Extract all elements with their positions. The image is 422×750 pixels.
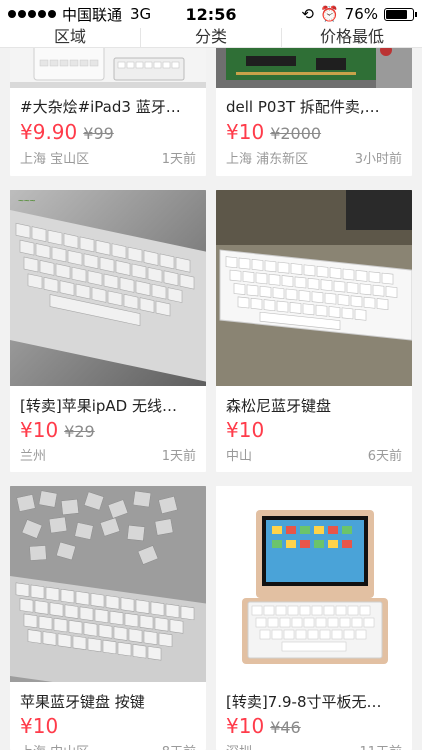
product-location: 上海 宝山区	[20, 152, 90, 167]
rotation-lock-icon: ⟲	[301, 5, 314, 23]
post-time: 1天前	[161, 152, 196, 167]
product-location: 中山	[226, 449, 253, 464]
product-location: 上海 中山区	[20, 741, 89, 750]
product-title: [转卖]7.9-8寸平板无…	[226, 693, 382, 711]
product-card[interactable]: ~~~ [转卖]苹果ipAD 无线… ¥10 ¥29 兰州 1天前	[10, 190, 206, 472]
product-title: #大杂烩#iPad3 蓝牙…	[20, 98, 181, 116]
filter-region-tab[interactable]: 区域	[0, 28, 141, 47]
original-price: ¥29	[64, 422, 95, 441]
network-type: 3G	[130, 5, 152, 23]
product-location: 上海 浦东新区	[226, 152, 309, 167]
product-card[interactable]: 森松尼蓝牙键盘 ¥10 中山 6天前	[216, 190, 412, 472]
product-card[interactable]: [转卖]7.9-8寸平板无… ¥10 ¥46 深圳 11天前	[216, 486, 412, 750]
product-title: dell P03T 拆配件卖,…	[226, 98, 380, 116]
product-price: ¥10	[226, 418, 265, 442]
product-image: ~~~	[10, 190, 206, 386]
original-price: ¥46	[270, 718, 301, 737]
filter-bar: 区域 分类 价格最低	[0, 28, 422, 48]
product-image	[10, 486, 206, 682]
product-title: [转卖]苹果ipAD 无线…	[20, 397, 177, 415]
post-time: 1天前	[161, 449, 196, 464]
product-location: 兰州	[20, 449, 47, 464]
filter-price-lowest-tab[interactable]: 价格最低	[282, 28, 422, 47]
carrier-name: 中国联通	[62, 5, 123, 24]
original-price: ¥2000	[270, 124, 322, 143]
status-bar: 中国联通 3G 12:56 ⟲ ⏰ 76%	[0, 0, 422, 28]
post-time: 6天前	[367, 449, 402, 464]
post-time: 11天前	[359, 741, 402, 750]
product-price: ¥10	[226, 120, 265, 144]
original-price: ¥99	[83, 124, 114, 143]
product-image	[216, 190, 412, 386]
filter-category-tab[interactable]: 分类	[141, 28, 282, 47]
post-time: 3小时前	[354, 152, 402, 167]
product-card[interactable]: 苹果蓝牙键盘 按键 ¥10 上海 中山区 8天前	[10, 486, 206, 750]
product-price: ¥10	[20, 714, 59, 738]
product-image	[216, 486, 412, 682]
post-time: 8天前	[162, 741, 196, 750]
svg-text:~~~: ~~~	[18, 196, 36, 207]
battery-percentage: 76%	[344, 5, 378, 23]
alarm-icon: ⏰	[319, 5, 339, 23]
product-price: ¥10	[226, 714, 265, 738]
battery-icon	[384, 7, 417, 21]
signal-strength-icon	[8, 10, 56, 18]
product-price: ¥9.90	[20, 120, 78, 144]
product-title: 森松尼蓝牙键盘	[226, 397, 332, 415]
product-price: ¥10	[20, 418, 59, 442]
product-title: 苹果蓝牙键盘 按键	[20, 693, 145, 711]
product-location: 深圳	[226, 741, 252, 750]
